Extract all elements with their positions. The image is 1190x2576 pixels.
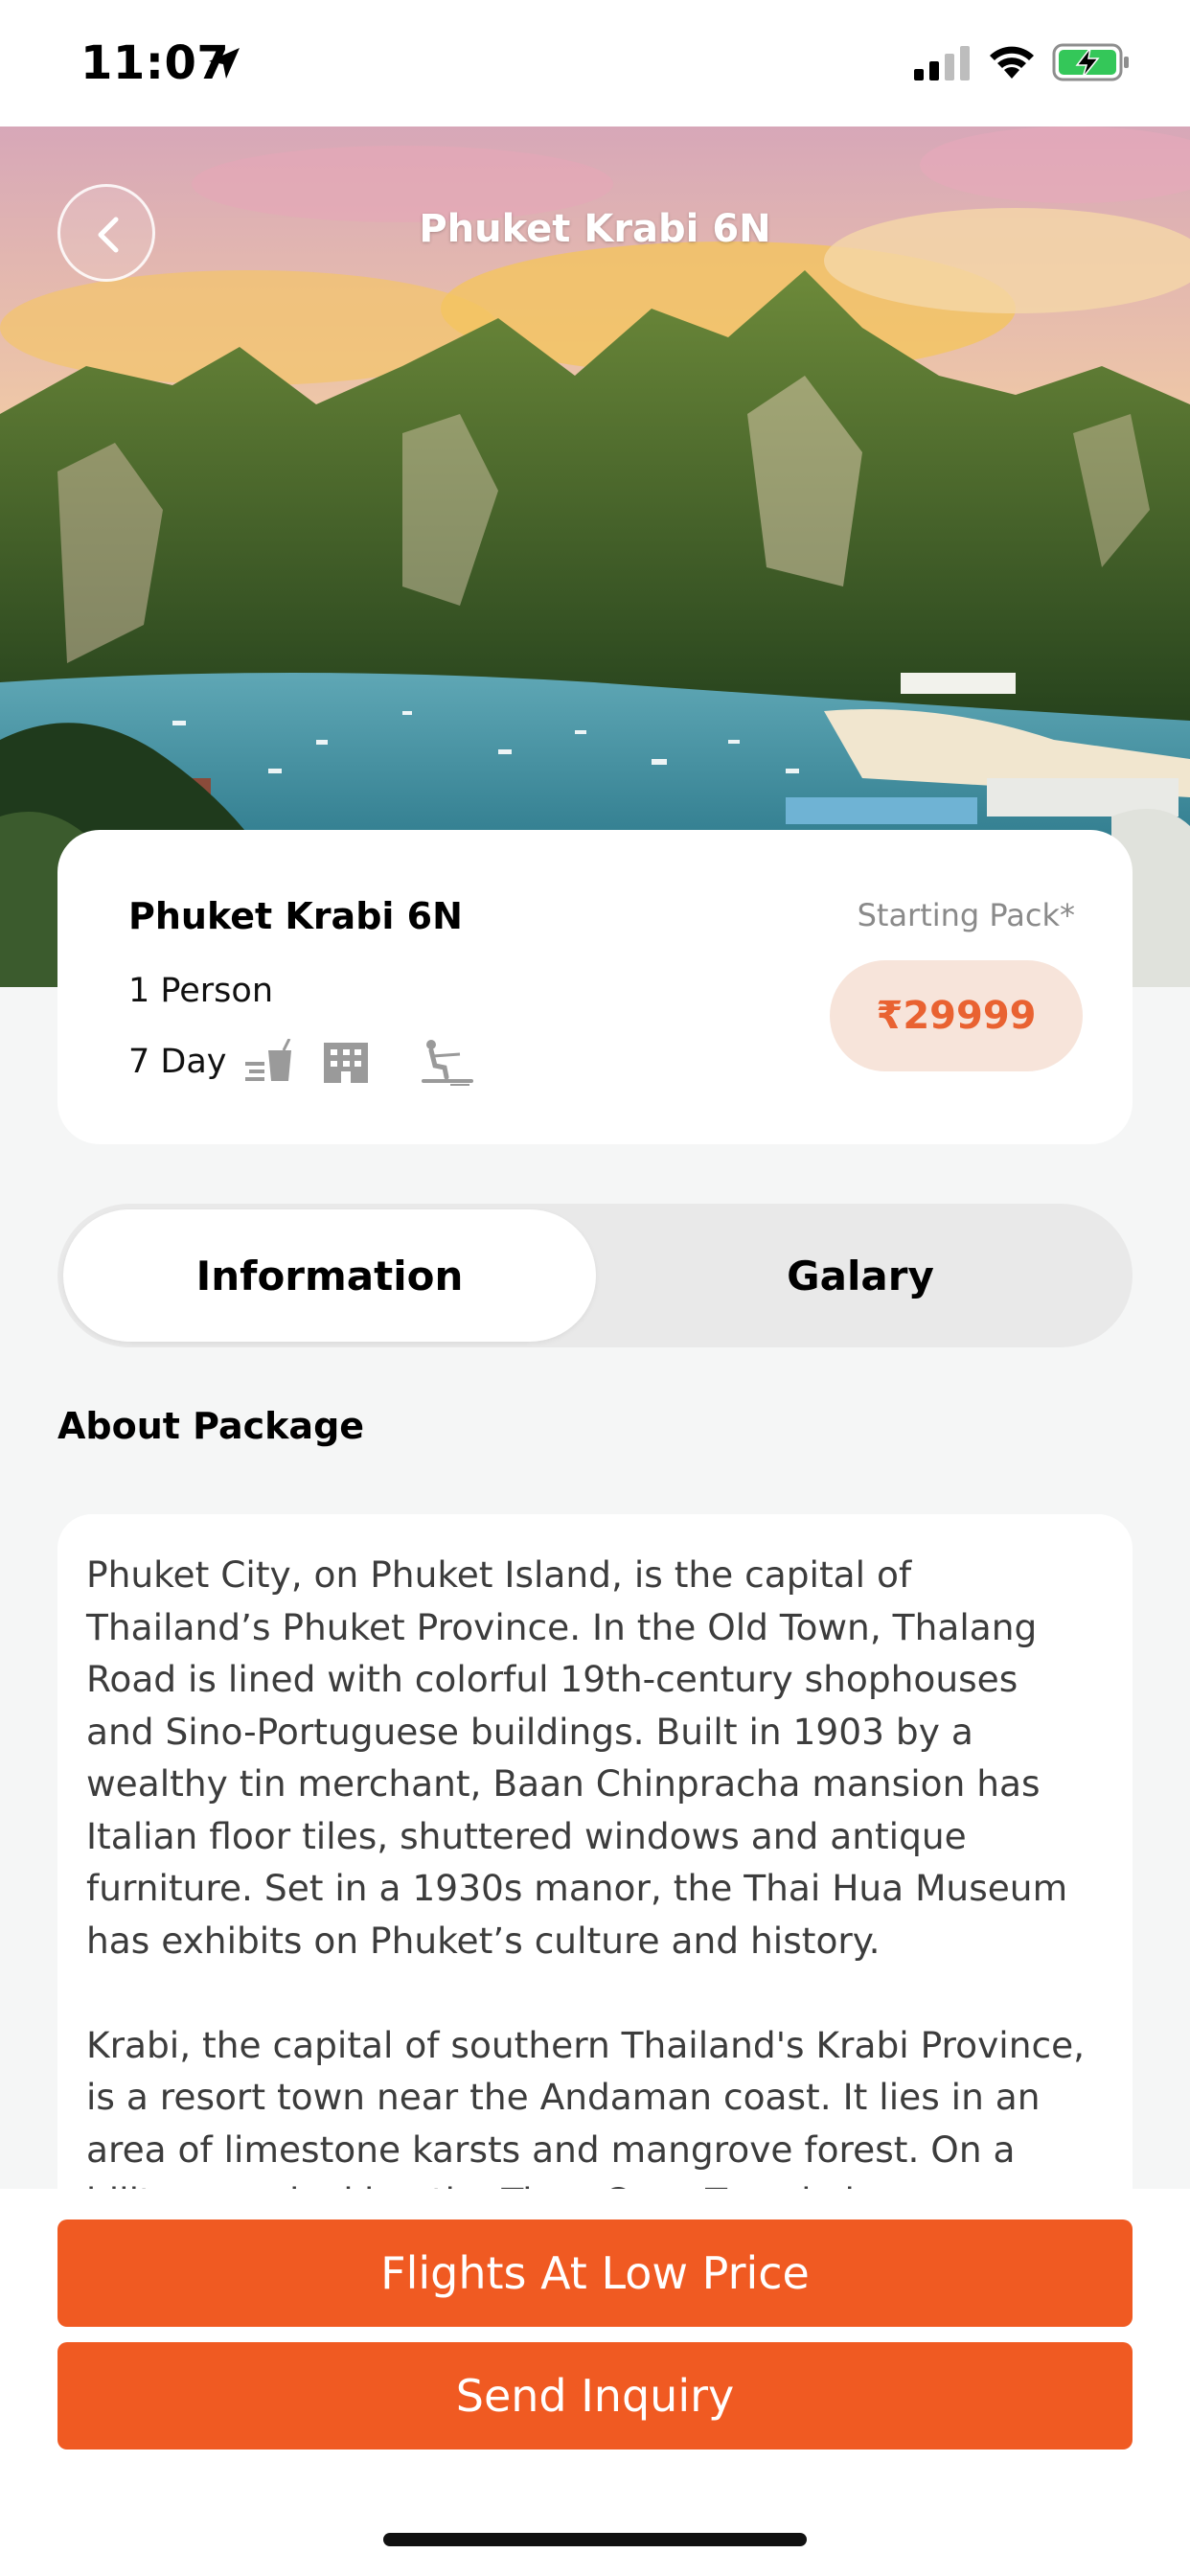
package-persons: 1 Person bbox=[128, 972, 274, 1010]
price-badge: ₹29999 bbox=[830, 960, 1083, 1071]
about-description: Phuket City, on Phuket Island, is the ca… bbox=[86, 1553, 1086, 2204]
package-duration: 7 Day bbox=[128, 1043, 227, 1081]
page-title: Phuket Krabi 6N bbox=[419, 207, 771, 251]
about-heading: About Package bbox=[57, 1405, 365, 1447]
tab-galary[interactable]: Galary bbox=[594, 1209, 1127, 1342]
package-summary-card: Phuket Krabi 6N 1 Person 7 Day Starting … bbox=[57, 830, 1133, 1144]
cellular-signal-icon bbox=[914, 46, 970, 80]
drink-icon bbox=[245, 1039, 291, 1081]
water-ski-icon bbox=[422, 1040, 473, 1086]
location-arrow-icon bbox=[209, 48, 240, 79]
battery-charging-icon bbox=[1052, 43, 1129, 81]
package-name: Phuket Krabi 6N bbox=[128, 895, 463, 937]
home-indicator bbox=[383, 2533, 807, 2546]
wifi-icon bbox=[990, 46, 1034, 79]
send-inquiry-button[interactable]: Send Inquiry bbox=[57, 2342, 1133, 2450]
status-bar: 11:07 bbox=[0, 0, 1190, 126]
hotel-icon bbox=[324, 1043, 368, 1083]
starting-pack-label: Starting Pack* bbox=[857, 897, 1075, 933]
tab-information[interactable]: Information bbox=[63, 1209, 596, 1342]
tab-bar: Information Galary bbox=[57, 1204, 1133, 1347]
flights-low-price-button[interactable]: Flights At Low Price bbox=[57, 2220, 1133, 2327]
about-card: Phuket City, on Phuket Island, is the ca… bbox=[57, 1514, 1133, 2204]
